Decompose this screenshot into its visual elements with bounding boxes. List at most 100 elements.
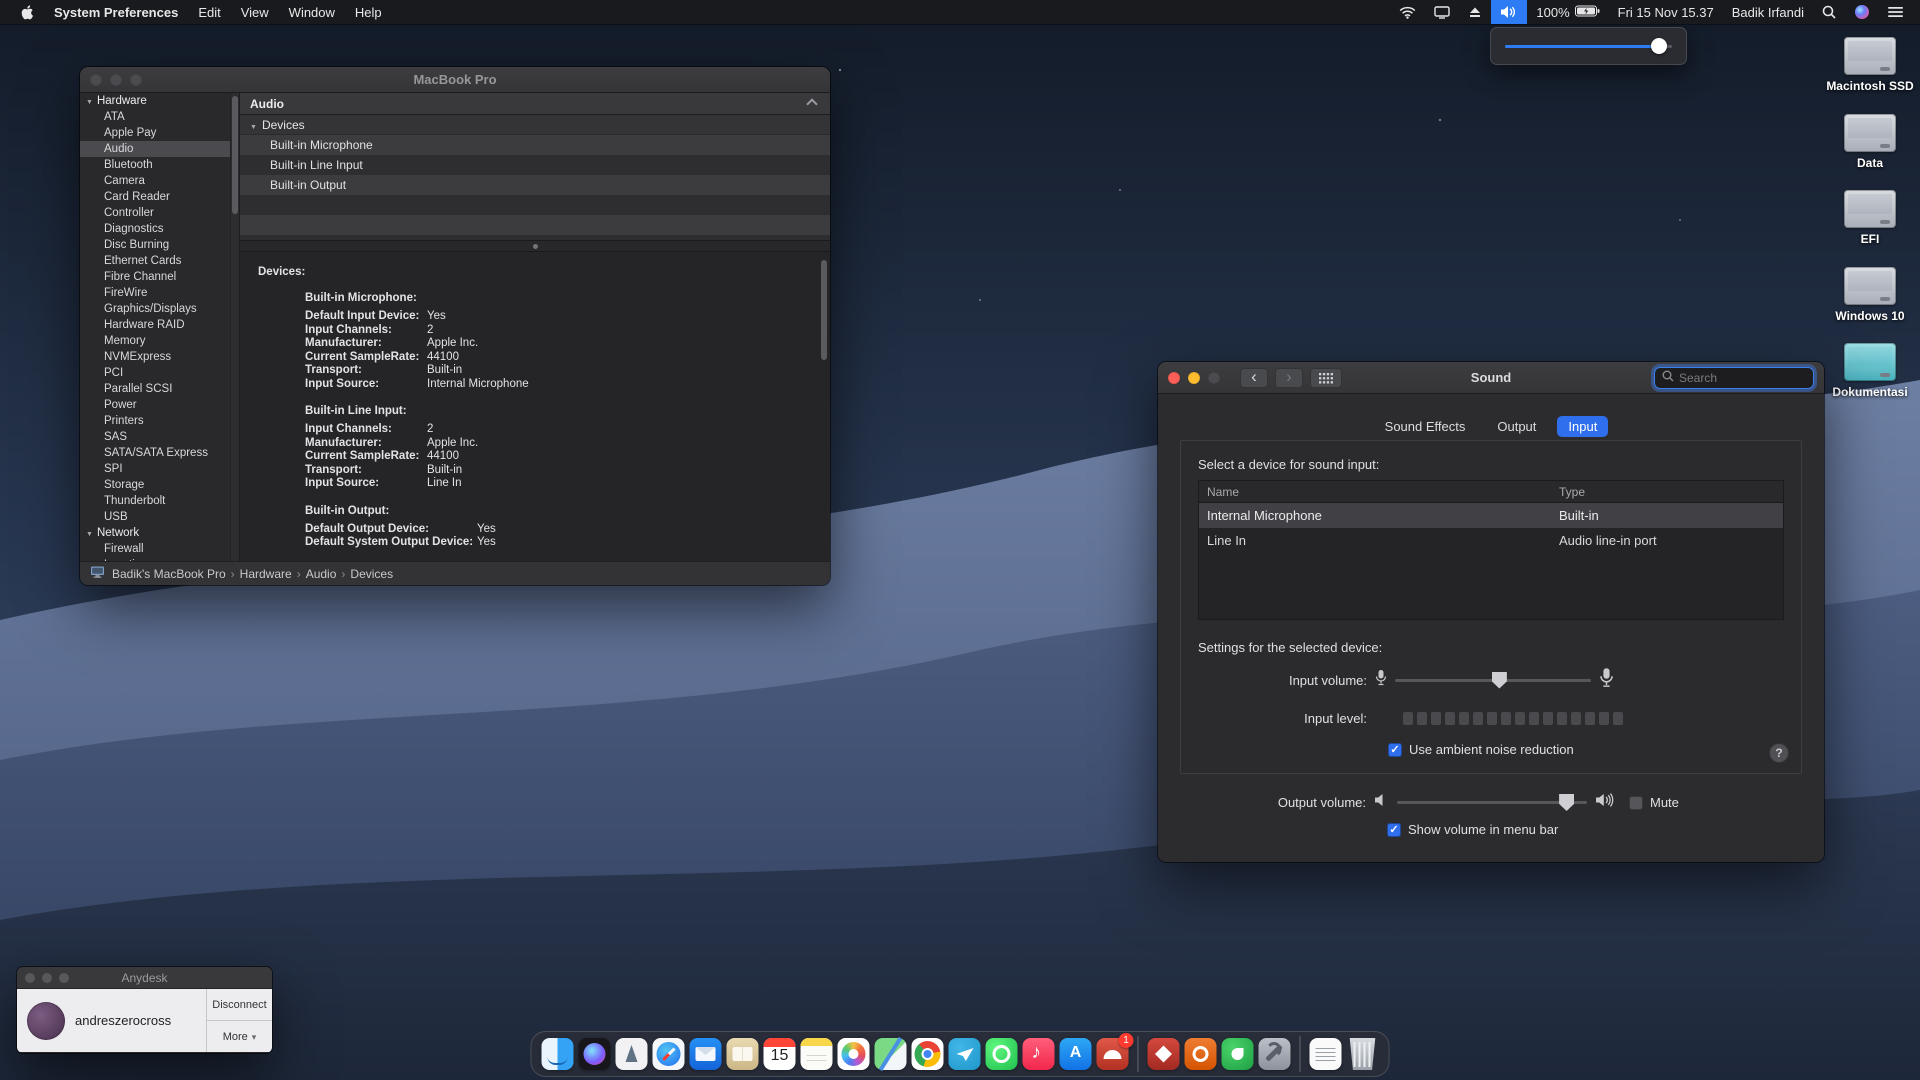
spotlight-icon[interactable] <box>1813 0 1845 24</box>
sidebar-item-controller[interactable]: Controller <box>80 205 239 221</box>
menu-app-name[interactable]: System Preferences <box>44 0 188 24</box>
search-input[interactable] <box>1679 371 1806 385</box>
dock-icon-app-orange[interactable] <box>1185 1038 1217 1070</box>
tab-output[interactable]: Output <box>1486 416 1547 437</box>
sidebar-section-network[interactable]: Network <box>80 525 239 541</box>
details-scrollbar-thumb[interactable] <box>821 260 827 360</box>
sidebar-item-camera[interactable]: Camera <box>80 173 239 189</box>
desktop-icon-windows-10[interactable]: Windows 10 <box>1825 267 1915 323</box>
sidebar-item-fibre-channel[interactable]: Fibre Channel <box>80 269 239 285</box>
breadcrumb-item-badik-s-macbook-pro[interactable]: Badik's MacBook Pro <box>112 567 226 581</box>
sidebar-item-memory[interactable]: Memory <box>80 333 239 349</box>
sidebar-section-hardware[interactable]: Hardware <box>80 93 239 109</box>
dock-icon-whatsapp[interactable] <box>986 1038 1018 1070</box>
dock-icon-maps[interactable] <box>875 1038 907 1070</box>
desktop-icon-data[interactable]: Data <box>1825 114 1915 170</box>
dock-icon-music[interactable] <box>1023 1038 1055 1070</box>
output-volume-knob[interactable] <box>1559 794 1574 811</box>
menu-edit[interactable]: Edit <box>188 0 230 24</box>
sidebar-item-sata-sata-express[interactable]: SATA/SATA Express <box>80 445 239 461</box>
sidebar-item-ata[interactable]: ATA <box>80 109 239 125</box>
eject-icon[interactable] <box>1459 0 1491 24</box>
dock-icon-telegram[interactable] <box>949 1038 981 1070</box>
pane-splitter[interactable] <box>240 240 830 252</box>
sidebar-item-nvmexpress[interactable]: NVMExpress <box>80 349 239 365</box>
output-volume-slider[interactable] <box>1397 794 1587 811</box>
sidebar-item-bluetooth[interactable]: Bluetooth <box>80 157 239 173</box>
sidebar-item-disc-burning[interactable]: Disc Burning <box>80 237 239 253</box>
devices-group-row[interactable]: Devices <box>240 115 830 135</box>
menu-view[interactable]: View <box>231 0 279 24</box>
sidebar-scrollbar-thumb[interactable] <box>232 96 238 214</box>
details-scrollbar[interactable] <box>819 252 829 561</box>
show-volume-checkbox[interactable] <box>1387 823 1401 837</box>
breadcrumb-item-hardware[interactable]: Hardware <box>240 567 292 581</box>
breadcrumb-item-audio[interactable]: Audio <box>306 567 337 581</box>
dock-icon-dial[interactable]: 1 <box>1097 1038 1129 1070</box>
desktop-icon-macintosh-ssd[interactable]: Macintosh SSD <box>1825 37 1915 93</box>
sidebar-item-audio[interactable]: Audio <box>80 141 239 157</box>
anydesk-titlebar[interactable]: Anydesk <box>17 967 272 989</box>
menu-window[interactable]: Window <box>279 0 345 24</box>
sidebar-item-sas[interactable]: SAS <box>80 429 239 445</box>
dock-icon-photos[interactable] <box>838 1038 870 1070</box>
dock-icon-app-store[interactable] <box>1060 1038 1092 1070</box>
menu-clock[interactable]: Fri 15 Nov 15.37 <box>1609 0 1723 24</box>
tab-sound-effects[interactable]: Sound Effects <box>1374 416 1477 437</box>
sound-titlebar[interactable]: Sound <box>1158 362 1824 394</box>
device-table-row-line-in[interactable]: Line InAudio line-in port <box>1199 528 1783 553</box>
sidebar-item-thunderbolt[interactable]: Thunderbolt <box>80 493 239 509</box>
siri-icon[interactable] <box>1845 0 1879 24</box>
sidebar-item-ethernet-cards[interactable]: Ethernet Cards <box>80 253 239 269</box>
sidebar-item-firewall[interactable]: Firewall <box>80 541 239 557</box>
sidebar-item-usb[interactable]: USB <box>80 509 239 525</box>
volume-slider-knob[interactable] <box>1651 38 1667 54</box>
dock-icon-notes[interactable] <box>801 1038 833 1070</box>
breadcrumb-item-devices[interactable]: Devices <box>350 567 393 581</box>
sidebar-item-pci[interactable]: PCI <box>80 365 239 381</box>
mute-checkbox[interactable] <box>1629 796 1643 810</box>
volume-menu-icon[interactable] <box>1491 0 1527 24</box>
apple-menu-icon[interactable] <box>14 0 44 24</box>
sidebar-item-card-reader[interactable]: Card Reader <box>80 189 239 205</box>
desktop-icon-dokumentasi[interactable]: Dokumentasi <box>1825 343 1915 399</box>
column-header-type[interactable]: Type <box>1559 485 1783 499</box>
display-status-icon[interactable] <box>1425 0 1459 24</box>
input-volume-slider[interactable] <box>1395 672 1591 689</box>
dock-icon-app-red[interactable] <box>1148 1038 1180 1070</box>
dock-icon-chrome[interactable] <box>912 1038 944 1070</box>
help-button[interactable]: ? <box>1769 743 1789 763</box>
sidebar-item-storage[interactable]: Storage <box>80 477 239 493</box>
dock-icon-siri[interactable] <box>579 1038 611 1070</box>
sidebar-item-locations[interactable]: Locations <box>80 557 239 561</box>
sidebar-scrollbar[interactable] <box>230 93 239 561</box>
sidebar-item-hardware-raid[interactable]: Hardware RAID <box>80 317 239 333</box>
ambient-noise-checkbox[interactable] <box>1388 743 1402 757</box>
search-field[interactable] <box>1654 367 1814 389</box>
disconnect-button[interactable]: Disconnect <box>207 989 272 1021</box>
dock-icon-calendar[interactable]: 15 <box>764 1038 796 1070</box>
dock-icon-textedit[interactable] <box>1310 1038 1342 1070</box>
sidebar-item-graphics-displays[interactable]: Graphics/Displays <box>80 301 239 317</box>
desktop-icon-efi[interactable]: EFI <box>1825 190 1915 246</box>
menu-user[interactable]: Badik Irfandi <box>1723 0 1813 24</box>
sidebar-item-printers[interactable]: Printers <box>80 413 239 429</box>
device-row-built-in-microphone[interactable]: Built-in Microphone <box>240 135 830 155</box>
dock-icon-finder[interactable] <box>542 1038 574 1070</box>
device-row-built-in-output[interactable]: Built-in Output <box>240 175 830 195</box>
dock-icon-books[interactable] <box>727 1038 759 1070</box>
sidebar-item-apple-pay[interactable]: Apple Pay <box>80 125 239 141</box>
dock-icon-launchpad[interactable] <box>616 1038 648 1070</box>
dock-icon-mail[interactable] <box>690 1038 722 1070</box>
sidebar-item-power[interactable]: Power <box>80 397 239 413</box>
input-volume-knob[interactable] <box>1492 672 1507 689</box>
dock-icon-trash[interactable] <box>1347 1038 1379 1070</box>
collapse-chevron-icon[interactable] <box>806 98 817 109</box>
more-button[interactable]: More <box>207 1021 272 1052</box>
column-header-name[interactable]: Name <box>1199 485 1559 499</box>
menu-help[interactable]: Help <box>345 0 392 24</box>
notification-center-icon[interactable] <box>1879 0 1912 24</box>
sidebar-item-spi[interactable]: SPI <box>80 461 239 477</box>
device-row-built-in-line-input[interactable]: Built-in Line Input <box>240 155 830 175</box>
sidebar-item-diagnostics[interactable]: Diagnostics <box>80 221 239 237</box>
